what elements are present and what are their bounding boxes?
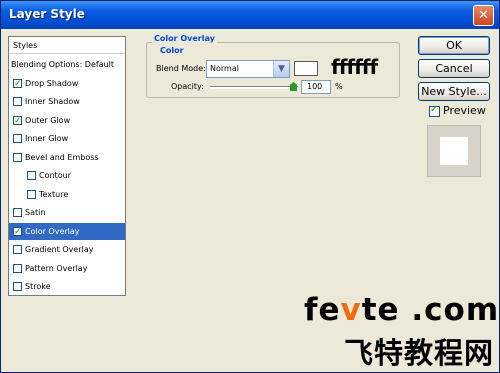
styles-list: Styles Blending Options: Default Drop Sha… — [8, 36, 126, 296]
style-item-label: Stroke — [25, 282, 51, 291]
style-checkbox[interactable] — [27, 171, 36, 180]
style-checkbox[interactable] — [13, 245, 22, 254]
style-item-inner-shadow[interactable]: Inner Shadow — [9, 93, 125, 110]
preview-checkbox[interactable] — [429, 104, 440, 117]
style-checkbox[interactable] — [13, 76, 22, 93]
style-item-label: Satin — [25, 208, 46, 217]
ok-button[interactable]: OK — [418, 36, 490, 55]
style-item-label: Inner Shadow — [25, 97, 80, 106]
color-swatch[interactable] — [294, 61, 318, 76]
opacity-slider-track[interactable] — [210, 86, 298, 89]
style-checkbox[interactable] — [13, 134, 22, 143]
opacity-unit: % — [335, 82, 343, 91]
style-item-label: Outer Glow — [25, 115, 71, 125]
style-item-label: Pattern Overlay — [25, 263, 88, 273]
window-title: Layer Style — [9, 7, 85, 21]
style-item-drop-shadow[interactable]: Drop Shadow — [9, 75, 125, 93]
watermark-prefix: fe — [304, 292, 341, 328]
opacity-label: Opacity: — [171, 82, 204, 91]
preview-square — [440, 137, 468, 165]
style-checkbox[interactable] — [13, 97, 22, 106]
style-item-contour[interactable]: Contour — [9, 167, 125, 184]
color-subheading: Color — [158, 46, 186, 55]
close-button[interactable]: ✕ — [473, 5, 494, 26]
color-code-text: ffffff — [331, 55, 378, 79]
blend-mode-label: Blend Mode: — [156, 64, 206, 73]
style-checkbox[interactable] — [13, 282, 22, 291]
new-style-button[interactable]: New Style... — [418, 82, 490, 101]
style-item-label: Bevel and Emboss — [25, 152, 99, 162]
watermark-accent-letter: v — [340, 292, 362, 328]
style-item-label: Inner Glow — [25, 134, 69, 143]
watermark-suffix: te .com — [361, 292, 500, 328]
style-item-color-overlay[interactable]: Color Overlay — [9, 222, 125, 241]
watermark-cn: 飞特教程网 — [344, 336, 495, 370]
style-item-satin[interactable]: Satin — [9, 204, 125, 221]
close-icon: ✕ — [478, 8, 489, 23]
style-checkbox[interactable] — [13, 113, 22, 130]
opacity-input[interactable]: 100 — [301, 80, 331, 94]
style-checkbox[interactable] — [13, 224, 22, 241]
styles-list-header[interactable]: Styles — [9, 37, 125, 54]
style-checkbox[interactable] — [27, 189, 36, 199]
style-item-label: Blending Options: Default — [11, 60, 115, 69]
style-item-label: Texture — [39, 189, 69, 199]
color-overlay-heading: Color Overlay — [152, 34, 217, 43]
cancel-button[interactable]: Cancel — [418, 59, 490, 78]
style-item-label: Contour — [39, 171, 71, 180]
style-item-label: Color Overlay — [25, 226, 80, 236]
preview-label: Preview — [443, 104, 486, 117]
style-item-blending-options-default[interactable]: Blending Options: Default — [9, 56, 125, 73]
style-item-pattern-overlay[interactable]: Pattern Overlay — [9, 260, 125, 277]
style-item-texture[interactable]: Texture — [9, 186, 125, 203]
style-item-label: Gradient Overlay — [25, 245, 94, 254]
style-checkbox[interactable] — [13, 208, 22, 217]
style-checkbox[interactable] — [13, 152, 22, 162]
style-item-label: Drop Shadow — [25, 78, 79, 88]
style-item-outer-glow[interactable]: Outer Glow — [9, 112, 125, 130]
style-item-bevel-and-emboss[interactable]: Bevel and Emboss — [9, 149, 125, 166]
blend-mode-select[interactable]: Normal ▼ — [206, 60, 290, 78]
style-item-stroke[interactable]: Stroke — [9, 278, 125, 295]
title-bar[interactable]: Layer Style ✕ — [1, 1, 499, 29]
style-item-gradient-overlay[interactable]: Gradient Overlay — [9, 241, 125, 258]
chevron-down-icon[interactable]: ▼ — [273, 61, 289, 77]
watermark-site: fevte .com — [304, 292, 499, 328]
style-item-inner-glow[interactable]: Inner Glow — [9, 130, 125, 147]
style-checkbox[interactable] — [13, 263, 22, 273]
blend-mode-value: Normal — [210, 64, 239, 73]
